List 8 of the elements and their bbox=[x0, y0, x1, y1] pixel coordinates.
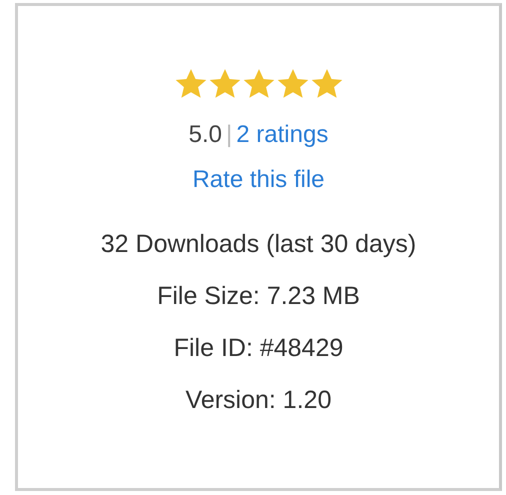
stat-text: File ID: #48429 bbox=[174, 333, 344, 364]
separator: | bbox=[226, 121, 232, 148]
ratings-link[interactable]: 2 ratings bbox=[236, 121, 328, 148]
stat-text: File Size: 7.23 MB bbox=[157, 281, 360, 312]
rate-link[interactable]: Rate this file bbox=[192, 166, 325, 193]
stat-text: 32 Downloads (last 30 days) bbox=[100, 229, 416, 260]
stat-text: Version: 1.20 bbox=[186, 385, 332, 416]
rating-score: 5.0 bbox=[188, 121, 222, 148]
